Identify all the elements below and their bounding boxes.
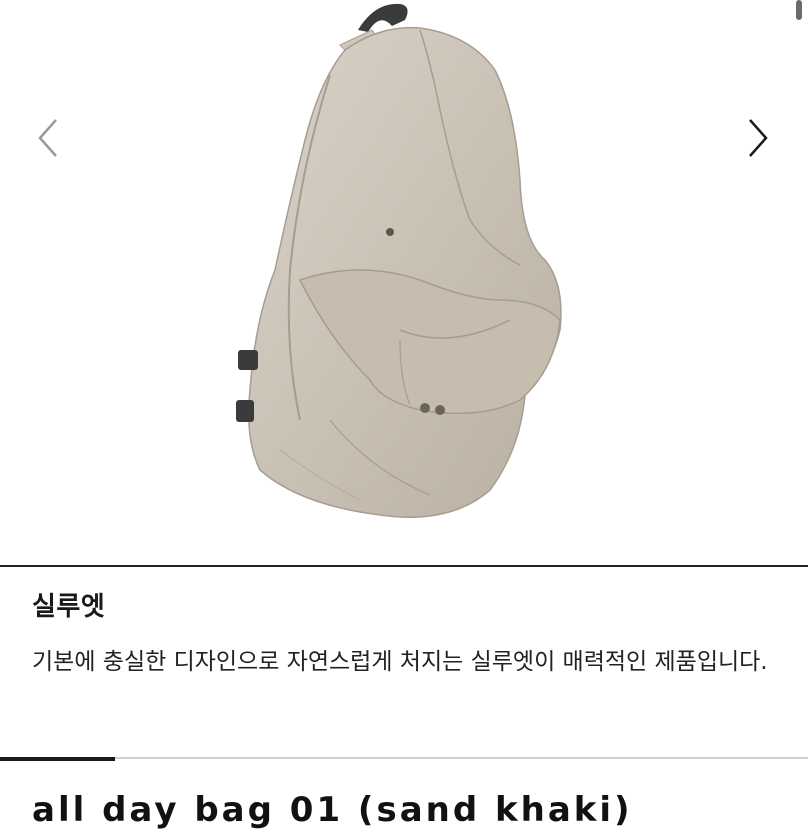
feature-title: 실루엣 (32, 592, 106, 622)
chevron-left-icon (38, 119, 57, 157)
section-divider (0, 565, 808, 567)
feature-description: 기본에 충실한 디자인으로 자연스럽게 처지는 실루엣이 매력적인 제품입니다. (32, 649, 768, 675)
feature-section: 실루엣 기본에 충실한 디자인으로 자연스럽게 처지는 실루엣이 매력적인 제품… (32, 590, 780, 682)
product-image-carousel[interactable] (0, 0, 808, 565)
product-image (236, 3, 562, 518)
content-divider (0, 757, 808, 759)
scrollbar[interactable] (796, 0, 802, 20)
previous-image-button[interactable] (28, 110, 68, 166)
next-section-heading: all day bag 01 (sand khaki) (32, 790, 633, 830)
next-image-button[interactable] (738, 110, 778, 166)
content-divider-accent (0, 757, 115, 761)
chevron-right-icon (749, 119, 768, 157)
